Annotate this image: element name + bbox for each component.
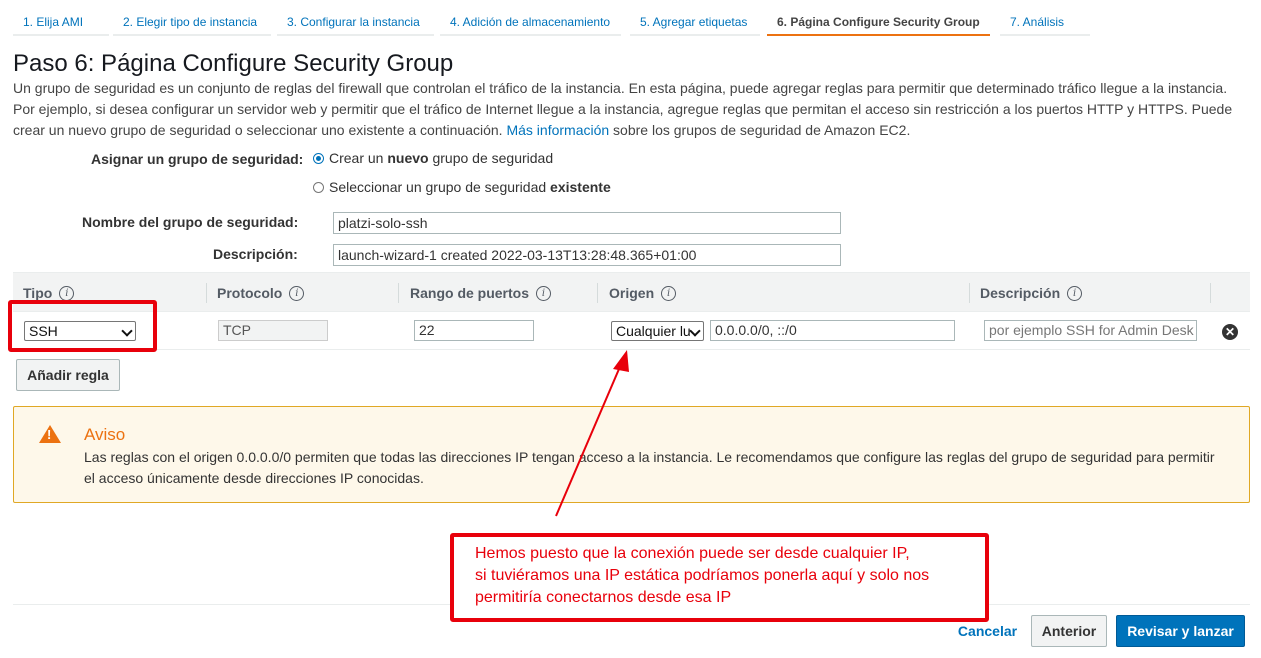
tab-add-storage[interactable]: 4. Adición de almacenamiento [440, 8, 621, 36]
group-description-input[interactable]: launch-wizard-1 created 2022-03-13T13:28… [333, 244, 841, 266]
warning-title: Aviso [84, 425, 126, 444]
radio-new-pre: Crear un [329, 150, 384, 166]
column-divider [597, 283, 598, 303]
annotation-note: Hemos puesto que la conexión puede ser d… [450, 533, 989, 622]
tab-instance-type[interactable]: 2. Elegir tipo de instancia [113, 8, 271, 36]
header-source: Origen i [609, 285, 677, 301]
tab-configure-instance[interactable]: 3. Configurar la instancia [277, 8, 434, 36]
wizard-tabs: 1. Elija AMI 2. Elegir tipo de instancia… [0, 0, 1261, 38]
annotation-line-3: permitiría conectarnos desde esa IP [475, 589, 732, 606]
tab-choose-ami[interactable]: 1. Elija AMI [13, 8, 109, 36]
tab-security-group[interactable]: 6. Página Configure Security Group [767, 8, 990, 36]
rules-table-header: Tipo i Protocolo i Rango de puertos i Orige… [13, 272, 1250, 312]
info-icon[interactable]: i [1067, 285, 1083, 301]
source-cidr-input[interactable]: 0.0.0.0/0, ::/0 [710, 320, 955, 341]
header-port-range-label: Rango de puertos [410, 285, 530, 301]
info-icon[interactable]: i [661, 285, 677, 301]
radio-new-post: grupo de seguridad [432, 150, 554, 166]
column-divider [398, 283, 399, 303]
protocol-field: TCP [218, 320, 328, 341]
radio-new-group[interactable]: Crear un nuevo grupo de seguridad [313, 150, 553, 166]
radio-existing-group-control[interactable] [313, 181, 324, 193]
column-divider [206, 283, 207, 303]
header-protocol: Protocolo i [217, 285, 305, 301]
warning-icon: ! [39, 425, 61, 443]
info-icon[interactable]: i [59, 285, 75, 301]
header-description-label: Descripción [980, 285, 1061, 301]
page-intro: Un grupo de seguridad es un conjunto de … [13, 78, 1248, 141]
group-name-label: Nombre del grupo de seguridad: [82, 214, 299, 230]
warning-text: Las reglas con el origen 0.0.0.0/0 permi… [84, 449, 1215, 486]
group-name-input[interactable]: platzi-solo-ssh [333, 212, 841, 234]
intro-tail: sobre los grupos de seguridad de Amazon … [613, 122, 911, 138]
header-source-label: Origen [609, 285, 655, 301]
arrow-head [613, 350, 629, 372]
review-and-launch-button[interactable]: Revisar y lanzar [1116, 615, 1245, 647]
radio-existing-bold: existente [550, 179, 611, 195]
tab-review[interactable]: 7. Análisis [1000, 8, 1090, 36]
radio-new-group-control[interactable] [313, 152, 324, 164]
info-icon[interactable]: i [289, 285, 305, 301]
chevron-down-icon [689, 325, 701, 337]
highlight-box [8, 300, 157, 352]
cancel-button[interactable]: Cancelar [950, 615, 1025, 647]
page-title: Paso 6: Página Configure Security Group [13, 50, 454, 77]
header-protocol-label: Protocolo [217, 285, 283, 301]
header-type: Tipo i [23, 285, 75, 301]
info-icon[interactable]: i [536, 285, 552, 301]
warning-alert: ! Aviso Las reglas con el origen 0.0.0.0… [13, 406, 1250, 503]
header-port-range: Rango de puertos i [410, 285, 552, 301]
column-divider [969, 283, 970, 303]
annotation-line-1: Hemos puesto que la conexión puede ser d… [475, 545, 910, 562]
source-select[interactable]: Cualquier lu [611, 321, 704, 341]
column-divider [1210, 283, 1211, 303]
remove-rule-icon[interactable]: ✕ [1222, 324, 1238, 340]
assign-group-label: Asignar un grupo de seguridad: [91, 151, 304, 167]
port-range-input[interactable]: 22 [414, 320, 534, 341]
annotation-line-2: si tuviéramos una IP estática podríamos … [475, 567, 930, 584]
radio-new-bold: nuevo [387, 150, 429, 166]
tab-add-tags[interactable]: 5. Agregar etiquetas [630, 8, 760, 36]
header-type-label: Tipo [23, 285, 53, 301]
learn-more-link[interactable]: Más información [506, 122, 609, 138]
rule-description-input[interactable]: por ejemplo SSH for Admin Desk [984, 320, 1197, 341]
header-description: Descripción i [980, 285, 1083, 301]
source-select-value: Cualquier lu [616, 323, 691, 339]
radio-existing-group[interactable]: Seleccionar un grupo de seguridad existe… [313, 179, 611, 195]
previous-button[interactable]: Anterior [1031, 615, 1107, 647]
add-rule-button[interactable]: Añadir regla [16, 359, 120, 391]
description-label: Descripción: [213, 246, 298, 262]
radio-existing-pre: Seleccionar un grupo de seguridad [329, 179, 547, 195]
